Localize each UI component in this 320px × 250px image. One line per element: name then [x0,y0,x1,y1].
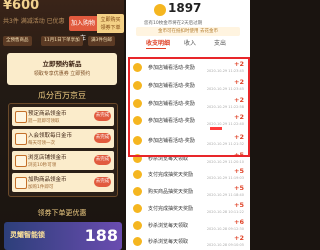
record-label: 支付完成抽奖天奖励 [148,206,194,212]
task-list: 预定商品领金币 逛一逛即可领取 去完成 入会领取每日金币 每天可领一次 去完成 … [8,103,118,197]
coin-icon [133,221,142,230]
task-title: 加购商品领金币 [28,177,67,183]
redaction-mark [210,127,222,130]
record-value: +5 [234,201,244,209]
task-icon [15,155,27,167]
task-item[interactable]: 浏览店铺领金币 浏览10秒可领 去完成 [12,151,114,170]
detail-tabs: 收支明细 收入 支出 [126,38,250,50]
buy-now-sub: 领券下单 [100,25,121,31]
tab-expense[interactable]: 支出 [214,38,226,50]
record-value: +2 [234,234,244,242]
record-time: 2020-10-29 11:20:10 [206,160,244,164]
task-go-button[interactable]: 去完成 [94,111,111,121]
record-value: +6 [234,218,244,226]
task-item[interactable]: 预定商品领金币 逛一逛即可领取 去完成 [12,107,114,126]
record-label: 支付完成抽奖天奖励 [148,172,194,178]
active-tab-indicator [146,48,166,49]
task-go-button[interactable]: 去完成 [94,177,111,187]
coin-tip-banner[interactable]: 金币可在抵扣时使用 去花金币 [136,27,240,36]
record-time: 2020-10-28 09:10:05 [206,243,244,247]
coin-balance: 1897 [168,1,202,15]
task-subtitle: 每天可领一次 [28,141,55,146]
coin-icon [154,4,166,16]
reserve-coupon-card[interactable]: 立即预约新品 领取专享优惠券 立即预约 [7,53,117,85]
section-title: 瓜分百万京豆 [38,91,86,100]
tag: 满3件包邮 [88,36,115,46]
record-time: 2020-10-28 09:12:30 [206,227,244,231]
record-value: +5 [234,167,244,175]
list-item: 秒杀浏览每天领取 +2 2020-10-28 09:10:05 [126,234,250,250]
task-title: 入会领取每日金币 [28,133,73,139]
tab-income[interactable]: 收入 [184,38,196,50]
task-go-button[interactable]: 去完成 [94,155,111,165]
coupon-title: 立即预约新品 [42,60,82,68]
buy-now-button[interactable]: 立即购买 领券下单 [97,14,124,33]
add-to-cart-button[interactable]: 加入购物车 [69,16,97,42]
product-price: ¥600 [3,0,40,13]
highlight-box [128,57,250,157]
record-time: 2020-10-29 11:18:40 [206,193,244,197]
promo-title: 灵耀智能锁 [10,231,45,239]
task-subtitle: 加购1件即可 [28,185,54,190]
coin-icon [133,170,142,179]
task-item[interactable]: 加购商品领金币 加购1件即可 去完成 [12,173,114,192]
coin-icon [133,237,142,246]
tag: 全预售商品 [3,36,32,46]
record-label: 购买商品抽奖天奖励 [148,189,194,195]
list-item: 支付完成抽奖天奖励 +5 2020-10-29 11:19:03 [126,167,250,183]
task-title: 浏览店铺领金币 [28,155,67,161]
order-section-title: 领券下单更优惠 [37,209,87,217]
record-time: 2020-10-29 11:19:03 [206,176,244,180]
task-item[interactable]: 入会领取每日金币 每天可领一次 去完成 [12,129,114,148]
coin-icon [133,187,142,196]
task-icon [15,111,27,123]
task-subtitle: 逛一逛即可领取 [28,119,60,124]
buy-now-label: 立即购买 [100,17,121,23]
list-item: 支付完成抽奖天奖励 +5 2020-10-28 10:11:22 [126,201,250,217]
promo-banner[interactable]: 灵耀智能锁 188 [4,222,122,250]
list-item: 秒杀浏览每天领取 +6 2020-10-28 09:12:30 [126,218,250,234]
promo-number: 188 [84,226,118,245]
coupon-subtitle: 领取专享优惠券 立即预约 [33,71,91,77]
tag: 11月1日下单享加 [41,36,83,46]
task-subtitle: 浏览10秒可领 [28,163,57,168]
tag-bar: 全预售商品 11月1日下单享加 满3件包邮 [0,36,124,46]
record-time: 2020-10-28 10:11:22 [206,210,244,214]
record-value: +5 [234,184,244,192]
task-icon [15,177,27,189]
price-subtext: 共3件 满减活动 已优惠 [3,18,65,25]
record-label: 秒杀浏览每天领取 [148,223,189,229]
coin-icon [133,204,142,213]
coin-expiry-note: 您有10枚金币将在2天后过期 [144,21,203,26]
task-icon [15,133,27,145]
product-page: ¥600 共3件 满减活动 已优惠 加入购物车 立即购买 领券下单 全预售商品 … [0,0,124,250]
list-item: 购买商品抽奖天奖励 +5 2020-10-29 11:18:40 [126,184,250,200]
task-title: 预定商品领金币 [28,111,67,117]
task-go-button[interactable]: 去完成 [94,133,111,143]
record-label: 秒杀浏览每天领取 [148,239,189,245]
